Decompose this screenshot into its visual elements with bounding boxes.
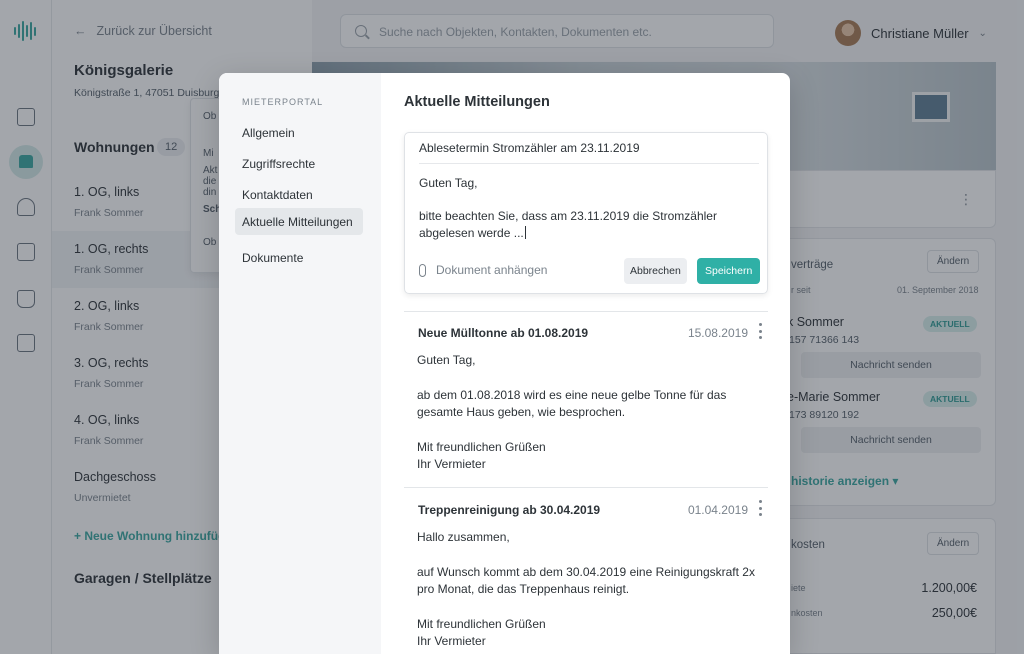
paperclip-icon: [419, 263, 426, 277]
nav-kontaktdaten[interactable]: Kontaktdaten: [235, 182, 363, 208]
message-body: Hallo zusammen, auf Wunsch kommt ab dem …: [417, 530, 755, 648]
modal-sidebar-heading: MIETERPORTAL: [242, 97, 324, 107]
nav-allgemein[interactable]: Allgemein: [235, 120, 363, 146]
message-divider: [404, 311, 768, 312]
message-item: Neue Mülltonne ab 01.08.2019 15.08.2019 …: [404, 323, 768, 476]
message-date: 01.04.2019: [687, 503, 748, 517]
nav-dokumente[interactable]: Dokumente: [235, 245, 363, 271]
message-item: Treppenreinigung ab 30.04.2019 01.04.201…: [404, 500, 768, 653]
cancel-button[interactable]: Abbrechen: [624, 258, 687, 284]
more-vertical-icon[interactable]: [758, 500, 762, 516]
editor-body-field[interactable]: Guten Tag, bitte beachten Sie, dass am 2…: [419, 169, 759, 242]
message-divider: [404, 487, 768, 488]
more-vertical-icon[interactable]: [758, 323, 762, 339]
modal-title: Aktuelle Mitteilungen: [404, 94, 550, 110]
message-body: Guten Tag, ab dem 01.08.2018 wird es ein…: [417, 353, 727, 471]
modal-content: Aktuelle Mitteilungen Ablesetermin Strom…: [381, 73, 790, 654]
message-subject: Treppenreinigung ab 30.04.2019: [418, 503, 601, 517]
message-subject: Neue Mülltonne ab 01.08.2019: [418, 326, 589, 340]
save-button[interactable]: Speichern: [697, 258, 761, 284]
attach-document-button[interactable]: Dokument anhängen: [419, 263, 547, 277]
text-cursor: [524, 226, 526, 239]
nav-aktuelle-mitteilungen[interactable]: Aktuelle Mitteilungen: [235, 208, 363, 235]
editor-divider: [419, 163, 759, 164]
message-date: 15.08.2019: [687, 326, 748, 340]
message-editor[interactable]: Ablesetermin Stromzähler am 23.11.2019 G…: [404, 132, 768, 294]
nav-zugriffsrechte[interactable]: Zugriffsrechte: [235, 151, 363, 177]
editor-subject-field[interactable]: Ablesetermin Stromzähler am 23.11.2019: [419, 141, 640, 155]
tenant-portal-modal: MIETERPORTAL Allgemein Zugriffsrechte Ko…: [219, 73, 790, 654]
modal-sidebar: MIETERPORTAL Allgemein Zugriffsrechte Ko…: [219, 73, 381, 654]
